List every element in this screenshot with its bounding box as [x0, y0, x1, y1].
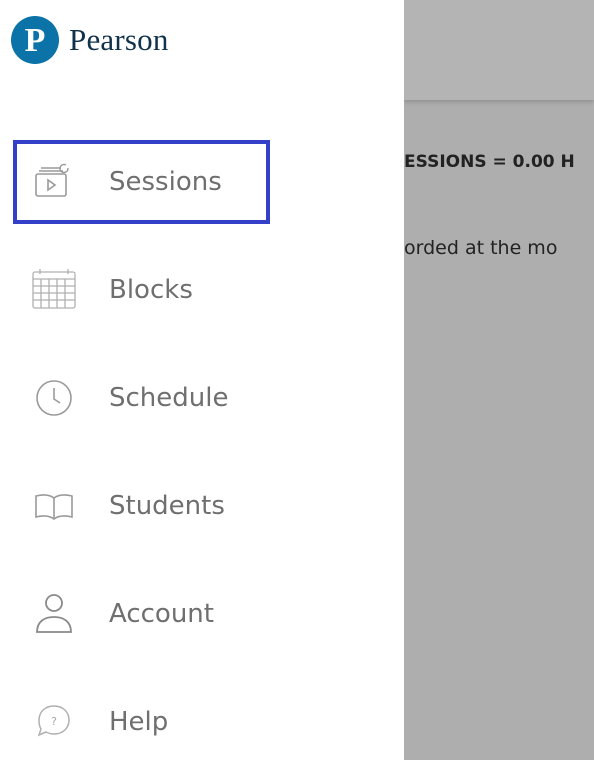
help-icon: ? — [30, 700, 78, 744]
user-icon — [30, 592, 78, 636]
nav-item-students[interactable]: Students — [13, 464, 270, 548]
page-header-bar — [404, 0, 594, 100]
sessions-icon — [30, 160, 78, 204]
nav-label-account: Account — [109, 599, 214, 629]
svg-text:P: P — [25, 22, 46, 59]
nav-label-blocks: Blocks — [109, 275, 193, 305]
calendar-grid-icon — [30, 268, 78, 312]
navigation-drawer: P Pearson Sessions Blocks Schedule Stude… — [0, 0, 404, 760]
brand-name: Pearson — [69, 22, 169, 57]
clock-icon — [30, 376, 78, 420]
nav-label-sessions: Sessions — [109, 167, 222, 197]
nav-item-blocks[interactable]: Blocks — [13, 248, 270, 332]
nav-item-account[interactable]: Account — [13, 572, 270, 656]
nav-label-help: Help — [109, 707, 169, 737]
sessions-summary-text: ESSIONS = 0.00 H — [404, 152, 575, 172]
nav-label-schedule: Schedule — [109, 383, 229, 413]
nav-item-sessions[interactable]: Sessions — [13, 140, 270, 224]
nav-item-schedule[interactable]: Schedule — [13, 356, 270, 440]
pearson-logo[interactable]: P Pearson — [11, 16, 169, 64]
nav-label-students: Students — [109, 491, 225, 521]
open-book-icon — [30, 484, 78, 528]
sessions-message-text: orded at the mo — [404, 237, 558, 259]
nav-item-help[interactable]: ? Help — [13, 680, 270, 764]
svg-text:?: ? — [51, 715, 57, 728]
page-content-dimmed: ESSIONS = 0.00 H orded at the mo — [404, 0, 594, 760]
pearson-logo-icon: P — [11, 16, 59, 64]
